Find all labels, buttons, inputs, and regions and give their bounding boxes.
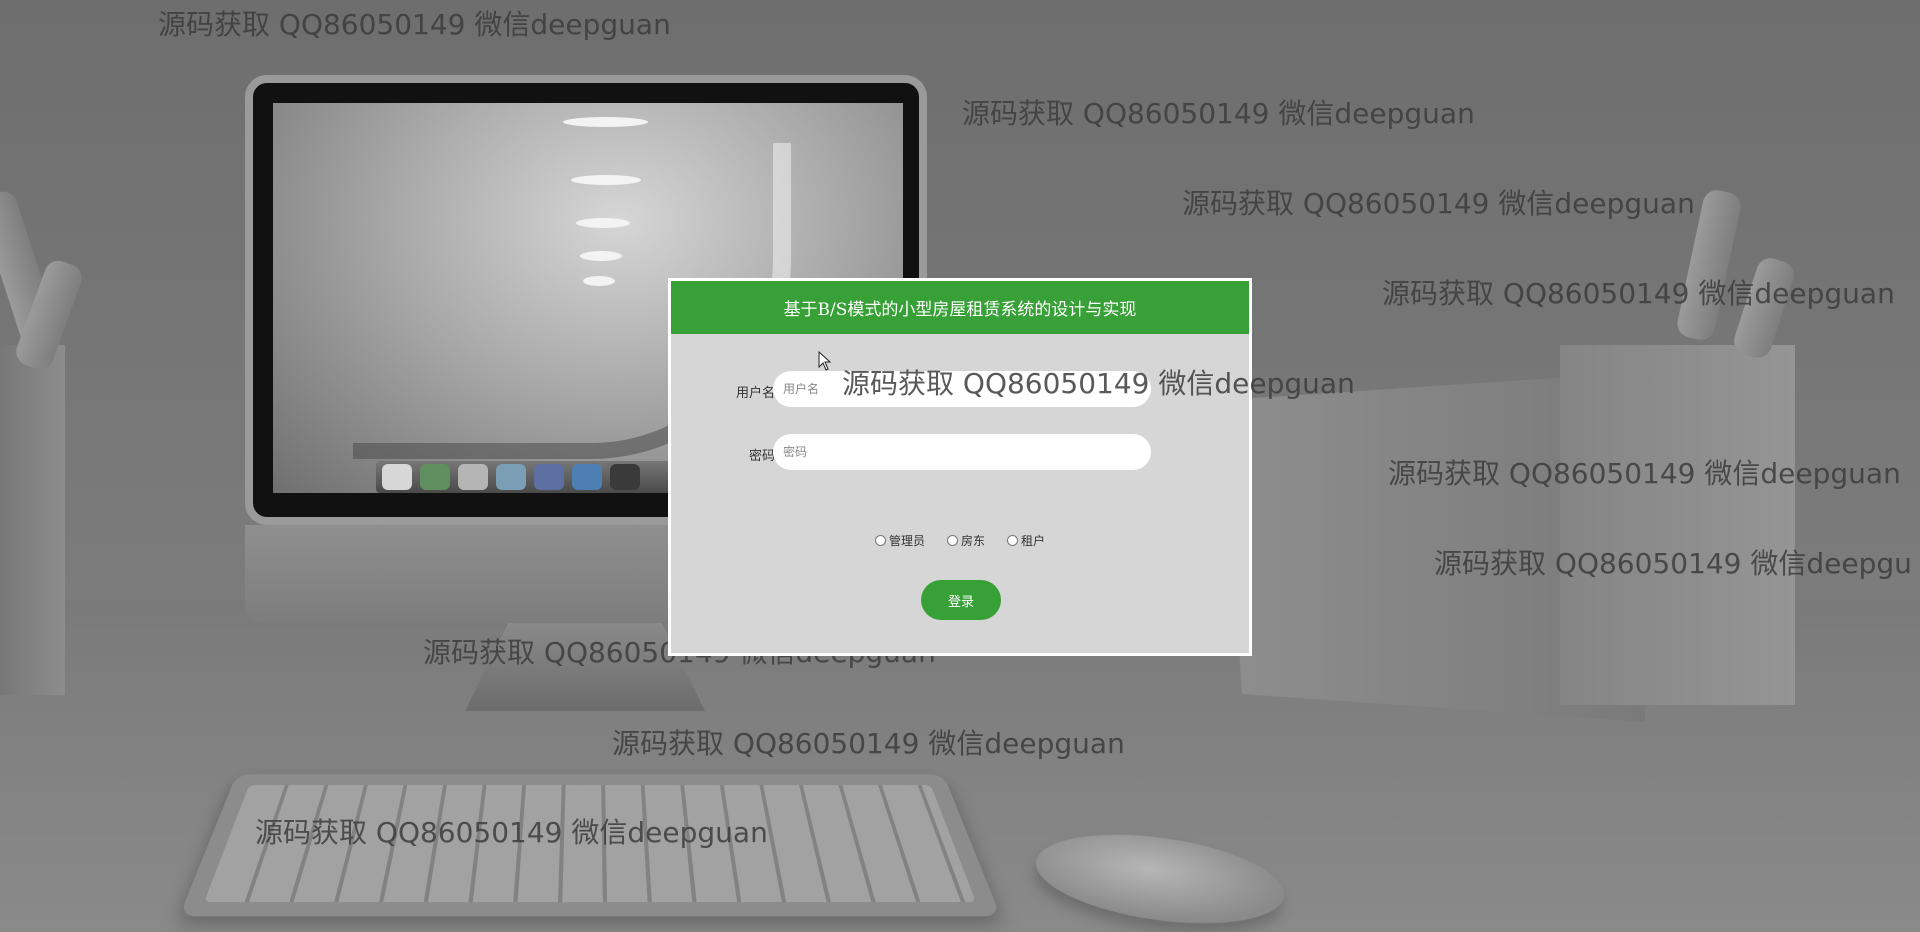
watermark-text: 源码获取 QQ86050149 微信deepguan — [255, 816, 768, 849]
password-label: 密码 — [748, 449, 775, 464]
radio-circle-icon[interactable] — [1007, 535, 1018, 546]
gift-bag-right — [1560, 345, 1795, 705]
watermark-text: 源码获取 QQ86050149 微信deepgu — [1434, 547, 1912, 580]
radio-circle-icon[interactable] — [946, 535, 958, 546]
watermark-text: 源码获取 QQ86050149 微信deepguan — [612, 727, 1125, 760]
watermark-text: 源码获取 QQ86050149 微信deepguan — [1388, 457, 1901, 490]
password-row: 密码 — [671, 434, 1249, 472]
password-input[interactable] — [773, 434, 1151, 470]
watermark-text: 源码获取 QQ86050149 微信deepguan — [1182, 187, 1695, 220]
role-radio-tenant[interactable]: 租户 — [1007, 532, 1045, 549]
role-label-landlord: 房东 — [960, 534, 985, 548]
role-label-admin: 管理员 — [888, 534, 925, 548]
login-button[interactable]: 登录 — [921, 580, 1001, 620]
radio-circle-icon[interactable] — [874, 535, 886, 546]
watermark-text: 源码获取 QQ86050149 微信deepguan — [842, 367, 1355, 400]
dock-bar — [376, 461, 706, 493]
role-label-tenant: 租户 — [1021, 534, 1046, 548]
gift-bag-left — [0, 345, 65, 695]
login-panel: 基于B/S模式的小型房屋租赁系统的设计与实现 用户名 密码 管理员 房东 租户 … — [668, 278, 1252, 656]
role-radio-admin[interactable]: 管理员 — [874, 532, 925, 549]
mouse-cursor-icon — [818, 351, 832, 371]
page-title: 基于B/S模式的小型房屋租赁系统的设计与实现 — [671, 281, 1249, 334]
username-label: 用户名 — [735, 386, 775, 401]
watermark-text: 源码获取 QQ86050149 微信deepguan — [1382, 277, 1895, 310]
role-radio-landlord[interactable]: 房东 — [946, 532, 985, 549]
role-radio-group: 管理员 房东 租户 — [671, 532, 1249, 549]
watermark-text: 源码获取 QQ86050149 微信deepguan — [962, 97, 1475, 130]
watermark-text: 源码获取 QQ86050149 微信deepguan — [158, 8, 671, 41]
